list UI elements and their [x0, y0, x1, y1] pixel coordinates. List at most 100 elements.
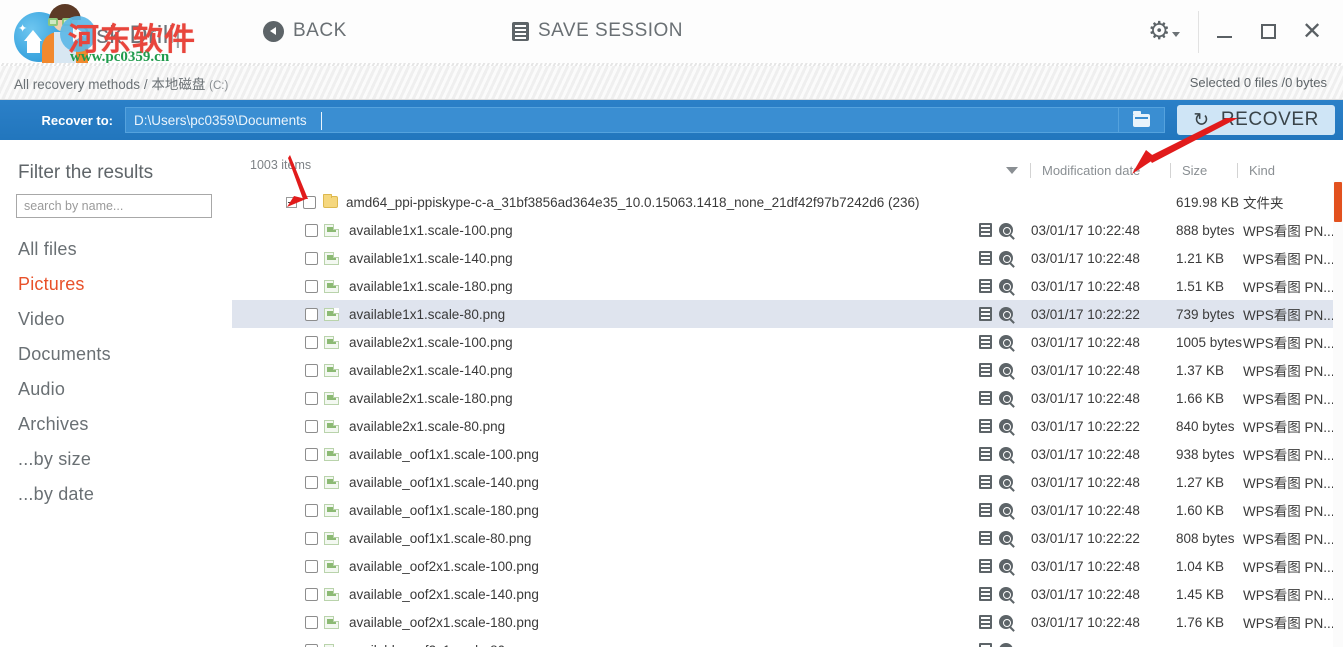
preview-search-icon[interactable]: [999, 419, 1013, 433]
file-info-icon[interactable]: [979, 363, 992, 377]
column-header-size[interactable]: Size: [1170, 163, 1237, 178]
sidebar-item-all-files[interactable]: All files: [16, 232, 216, 267]
row-checkbox[interactable]: [305, 504, 318, 517]
search-input[interactable]: search by name...: [16, 194, 212, 218]
row-checkbox[interactable]: [305, 448, 318, 461]
file-info-icon[interactable]: [979, 279, 992, 293]
preview-search-icon[interactable]: [999, 251, 1013, 265]
row-checkbox[interactable]: [305, 644, 318, 647]
table-row[interactable]: available1x1.scale-100.png03/01/17 10:22…: [232, 216, 1343, 244]
cell-modification-date: 03/01/17 10:22:48: [1031, 559, 1176, 574]
table-row[interactable]: available_oof2x1.scale-180.png03/01/17 1…: [232, 608, 1343, 636]
file-info-icon[interactable]: [979, 251, 992, 265]
row-checkbox[interactable]: [305, 560, 318, 573]
column-header-modification-date[interactable]: Modification date: [1030, 163, 1170, 178]
row-checkbox[interactable]: [305, 252, 318, 265]
minimize-button[interactable]: [1205, 13, 1243, 51]
table-row[interactable]: available_oof2x1.scale-140.png03/01/17 1…: [232, 580, 1343, 608]
row-checkbox[interactable]: [305, 280, 318, 293]
file-info-icon[interactable]: [979, 587, 992, 601]
sidebar-item-video[interactable]: Video: [16, 302, 216, 337]
preview-search-icon[interactable]: [999, 223, 1013, 237]
file-name-cell: available1x1.scale-100.png: [232, 223, 979, 238]
expand-collapse-icon[interactable]: [286, 197, 297, 208]
sidebar-item-documents[interactable]: Documents: [16, 337, 216, 372]
maximize-button[interactable]: [1249, 13, 1287, 51]
row-checkbox[interactable]: [305, 392, 318, 405]
save-session-button[interactable]: SAVE SESSION: [512, 20, 683, 42]
row-checkbox[interactable]: [305, 476, 318, 489]
file-info-icon[interactable]: [979, 335, 992, 349]
file-info-icon[interactable]: [979, 643, 992, 647]
back-button[interactable]: BACK: [263, 20, 347, 42]
recover-button[interactable]: ↻ RECOVER: [1177, 105, 1335, 135]
file-info-icon[interactable]: [979, 391, 992, 405]
file-info-icon[interactable]: [979, 615, 992, 629]
preview-search-icon[interactable]: [999, 531, 1013, 545]
file-info-icon[interactable]: [979, 559, 992, 573]
file-info-icon[interactable]: [979, 419, 992, 433]
table-row[interactable]: available_oof1x1.scale-180.png03/01/17 1…: [232, 496, 1343, 524]
row-checkbox[interactable]: [305, 224, 318, 237]
close-button[interactable]: ✕: [1293, 13, 1331, 51]
preview-search-icon[interactable]: [999, 615, 1013, 629]
table-row[interactable]: available_oof2x1.scale-100.png03/01/17 1…: [232, 552, 1343, 580]
cell-size: 1.45 KB: [1176, 587, 1243, 602]
settings-button[interactable]: [1148, 11, 1199, 53]
vertical-scrollbar-thumb[interactable]: [1334, 182, 1342, 222]
table-row[interactable]: available1x1.scale-140.png03/01/17 10:22…: [232, 244, 1343, 272]
sidebar-item-audio[interactable]: Audio: [16, 372, 216, 407]
recover-path-input[interactable]: D:\Users\pc0359\Documents: [125, 107, 1119, 133]
vertical-scrollbar-track[interactable]: [1333, 180, 1343, 647]
sidebar-item-by-date[interactable]: ...by date: [16, 477, 216, 512]
preview-search-icon[interactable]: [999, 363, 1013, 377]
table-row[interactable]: available2x1.scale-180.png03/01/17 10:22…: [232, 384, 1343, 412]
table-row[interactable]: available_oof2x1.scale-80.png: [232, 636, 1343, 647]
column-header-kind[interactable]: Kind: [1237, 163, 1329, 178]
table-row[interactable]: available1x1.scale-180.png03/01/17 10:22…: [232, 272, 1343, 300]
table-row[interactable]: available_oof1x1.scale-140.png03/01/17 1…: [232, 468, 1343, 496]
row-checkbox[interactable]: [305, 616, 318, 629]
preview-search-icon[interactable]: [999, 559, 1013, 573]
preview-search-icon[interactable]: [999, 475, 1013, 489]
row-checkbox[interactable]: [303, 196, 316, 209]
table-row[interactable]: available_oof1x1.scale-80.png03/01/17 10…: [232, 524, 1343, 552]
preview-search-icon[interactable]: [999, 391, 1013, 405]
sidebar-item-by-size[interactable]: ...by size: [16, 442, 216, 477]
row-checkbox[interactable]: [305, 420, 318, 433]
row-checkbox[interactable]: [305, 532, 318, 545]
file-info-icon[interactable]: [979, 223, 992, 237]
preview-search-icon[interactable]: [999, 335, 1013, 349]
table-row[interactable]: available1x1.scale-80.png03/01/17 10:22:…: [232, 300, 1343, 328]
table-row[interactable]: available2x1.scale-100.png03/01/17 10:22…: [232, 328, 1343, 356]
table-row[interactable]: amd64_ppi-ppiskype-c-a_31bf3856ad364e35_…: [232, 188, 1343, 216]
file-info-icon[interactable]: [979, 503, 992, 517]
file-info-icon[interactable]: [979, 447, 992, 461]
sidebar-item-archives[interactable]: Archives: [16, 407, 216, 442]
file-info-icon[interactable]: [979, 531, 992, 545]
row-checkbox[interactable]: [305, 364, 318, 377]
file-rows: amd64_ppi-ppiskype-c-a_31bf3856ad364e35_…: [232, 188, 1343, 647]
preview-search-icon[interactable]: [999, 587, 1013, 601]
preview-search-icon[interactable]: [999, 279, 1013, 293]
table-row[interactable]: available2x1.scale-140.png03/01/17 10:22…: [232, 356, 1343, 384]
preview-search-icon[interactable]: [999, 503, 1013, 517]
file-info-icon[interactable]: [979, 475, 992, 489]
preview-search-icon[interactable]: [999, 643, 1013, 647]
sort-chevron-down-icon[interactable]: [1006, 167, 1018, 174]
breadcrumb[interactable]: All recovery methods / 本地磁盘 (C:): [14, 73, 228, 93]
file-info-icon[interactable]: [979, 307, 992, 321]
row-checkbox[interactable]: [305, 336, 318, 349]
row-checkbox[interactable]: [305, 588, 318, 601]
breadcrumb-root[interactable]: All recovery methods: [14, 77, 140, 92]
cell-kind: WPS看图 PN...: [1243, 612, 1343, 632]
row-checkbox[interactable]: [305, 308, 318, 321]
png-file-icon: [324, 280, 339, 293]
cell-size: 888 bytes: [1176, 223, 1243, 238]
table-row[interactable]: available2x1.scale-80.png03/01/17 10:22:…: [232, 412, 1343, 440]
browse-folder-button[interactable]: [1119, 107, 1165, 133]
table-row[interactable]: available_oof1x1.scale-100.png03/01/17 1…: [232, 440, 1343, 468]
preview-search-icon[interactable]: [999, 447, 1013, 461]
sidebar-item-pictures[interactable]: Pictures: [16, 267, 216, 302]
preview-search-icon[interactable]: [999, 307, 1013, 321]
